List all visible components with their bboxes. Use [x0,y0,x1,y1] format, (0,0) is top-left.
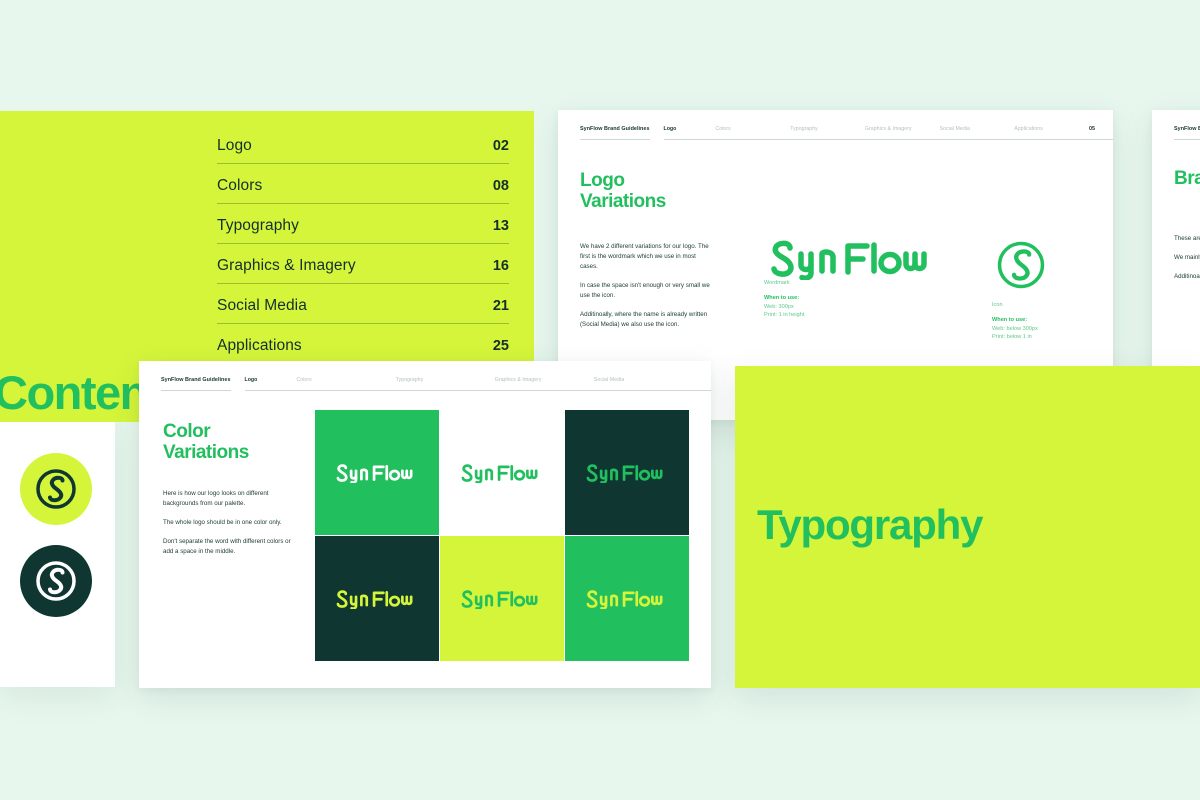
nav-item-logo[interactable]: Logo [664,126,716,132]
toc-label: Social Media [217,297,307,314]
synflow-wordmark [586,590,663,610]
color-swatch [315,536,439,661]
toc-page-number: 02 [492,138,509,154]
toc-label: Graphics & Imagery [217,257,356,274]
toc-label: Typography [217,217,299,234]
toc-page-number: 25 [492,338,509,354]
paragraph: These are [1174,235,1200,242]
contents-panel: Logo 02 Colors 08 Typography 13 Graphics… [0,111,534,365]
paragraph: Here is how our logo looks on different … [163,490,269,508]
color-swatch [565,536,689,661]
paragraph: We have 2 different variations for our l… [580,243,709,271]
color-body-text: Here is how our logo looks on different … [163,489,299,557]
page-title: Logo Variations [580,170,666,213]
synflow-wordmark [461,464,538,484]
toc-row[interactable]: Logo 02 [217,137,509,164]
nav-item-social-media[interactable]: Social Media [594,377,693,383]
page-nav: Logo Colors Typography Graphics & Imager… [663,126,1113,140]
color-variations-card: SynFlow Brand Guidelines Logo Colors Typ… [139,361,711,688]
paragraph: We mainly our eleme special da [1174,254,1200,262]
toc-label: Logo [217,137,252,154]
paragraph: Additinoa backgrou modern vi [1174,273,1200,281]
color-swatch [440,536,564,661]
page-header: SynFlow Bran [1152,126,1200,152]
wordmark-label: Wordmark [764,280,790,286]
nav-item-graphics-imagery[interactable]: Graphics & Imagery [495,377,594,383]
paragraph: In case the space isn't enough or very s… [580,282,710,300]
page-brandline: SynFlow Brand Guidelines [558,126,664,140]
table-of-contents: Logo 02 Colors 08 Typography 13 Graphics… [217,137,509,364]
nav-item-logo[interactable]: Logo [245,377,297,383]
nav-item-colors[interactable]: Colors [716,126,791,132]
toc-label: Applications [217,337,302,354]
paragraph: Don't separate the word with different c… [163,538,291,556]
synflow-wordmark [586,464,663,484]
paragraph: The whole logo should be in one color on… [163,519,282,527]
synflow-icon [36,469,76,509]
nav-item-colors[interactable]: Colors [297,377,396,383]
toc-page-number: 21 [492,298,509,314]
page-header: SynFlow Brand Guidelines Logo Colors Typ… [139,377,711,403]
color-swatch [315,410,439,535]
toc-row[interactable]: Social Media 21 [217,297,509,324]
paragraph: Additinoally, where the name is already … [580,311,708,329]
logo-badges-panel [0,421,115,687]
brand-body-text: These are We mainly our eleme special da… [1174,234,1200,282]
icon-print-spec: Print: below 1 in [992,334,1032,340]
synflow-wordmark [336,590,413,610]
wordmark-web-spec: Web: 300px [764,304,794,310]
nav-item-applications[interactable]: Applications [1014,126,1089,132]
icon-when-to-use-heading: When to use: [992,317,1028,323]
toc-row[interactable]: Applications 25 [217,337,509,364]
page-header: SynFlow Brand Guidelines Logo Colors Typ… [558,126,1113,152]
toc-page-number: 08 [492,178,509,194]
color-swatch-grid [315,410,689,661]
mockup-stage: Logo 02 Colors 08 Typography 13 Graphics… [0,0,1200,800]
logo-badge-dark [20,545,92,617]
icon-showcase: Icon When to use: Web: below 300px Print… [992,236,1112,342]
nav-item-typography[interactable]: Typography [790,126,865,132]
page-brandline: SynFlow Bran [1152,126,1200,140]
page-brandline: SynFlow Brand Guidelines [139,377,245,391]
synflow-wordmark [771,240,927,280]
synflow-wordmark [461,590,538,610]
nav-item-graphics-imagery[interactable]: Graphics & Imagery [865,126,940,132]
page-brand-label: SynFlow Brand Guidelines [161,377,231,391]
synflow-wordmark [336,464,413,484]
page-title: Bran [1174,168,1200,189]
page-brand-label: SynFlow Brand Guidelines [580,126,650,140]
nav-item-social-media[interactable]: Social Media [940,126,1015,132]
page-nav: Logo Colors Typography Graphics & Imager… [244,377,711,391]
typography-card: Typography [735,366,1200,688]
logo-badge-lime [20,453,92,525]
color-swatch [565,410,689,535]
typography-title: Typography [757,501,983,548]
page-title: Color Variations [163,421,249,464]
toc-label: Colors [217,177,263,194]
nav-item-typography[interactable]: Typography [396,377,495,383]
wordmark-showcase: Wordmark When to use: Web: 300px Print: … [764,236,994,320]
synflow-icon [997,241,1045,289]
synflow-icon [36,561,76,601]
page-brand-label: SynFlow Bran [1174,126,1200,140]
wordmark-print-spec: Print: 1 in height [764,312,805,318]
toc-row[interactable]: Colors 08 [217,177,509,204]
toc-page-number: 13 [492,218,509,234]
icon-label: Icon [992,302,1003,308]
page-number: 05 [1089,126,1096,132]
icon-web-spec: Web: below 300px [992,326,1038,332]
logo-body-text: We have 2 different variations for our l… [580,242,712,330]
toc-page-number: 16 [492,258,509,274]
toc-row[interactable]: Typography 13 [217,217,509,244]
wordmark-when-to-use-heading: When to use: [764,295,800,301]
color-swatch [440,410,564,535]
toc-row[interactable]: Graphics & Imagery 16 [217,257,509,284]
